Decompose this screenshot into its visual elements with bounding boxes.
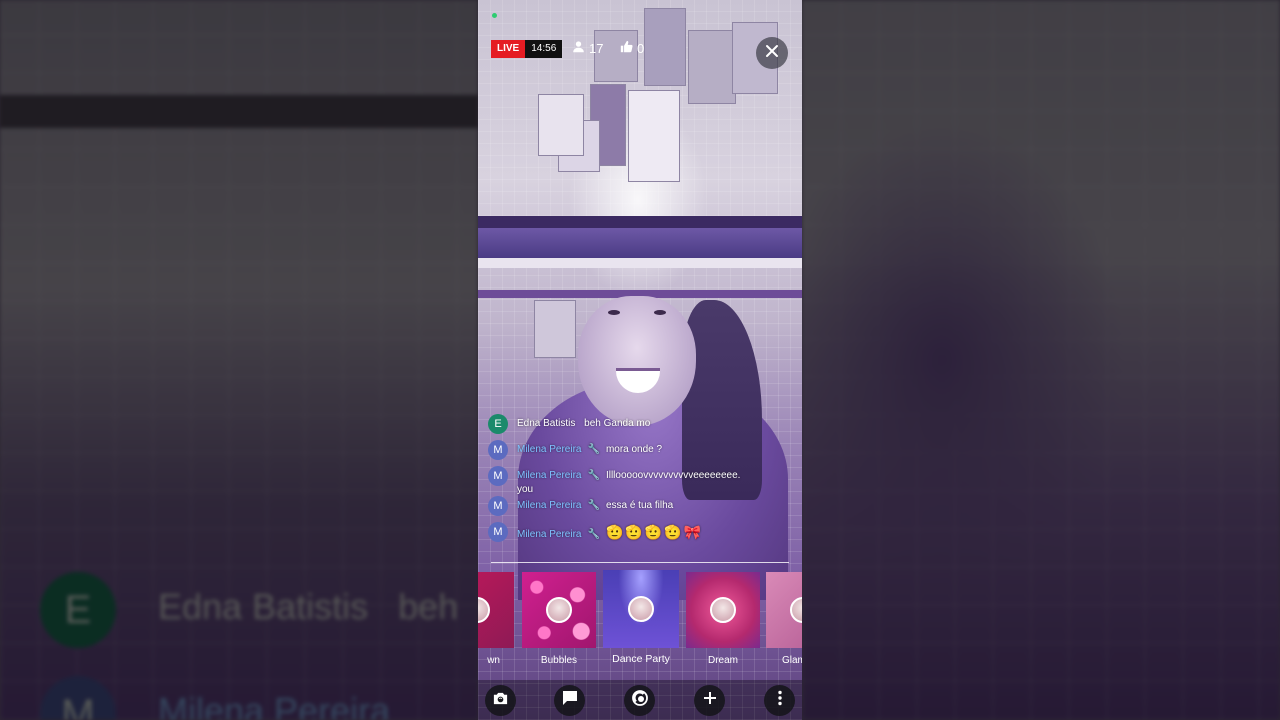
live-badge: LIVE 14:56: [491, 40, 563, 58]
filter-label: wn: [487, 655, 500, 666]
avatar: M: [488, 496, 508, 516]
filter-item[interactable]: Dream: [686, 572, 760, 666]
effects-button[interactable]: [624, 685, 655, 716]
chat-author: Milena Pereira: [517, 529, 582, 540]
filter-face: [478, 597, 490, 623]
filter-label: Dream: [707, 655, 738, 666]
like-count-value: 0: [637, 40, 645, 56]
chat-author: Milena Pereira: [517, 470, 582, 481]
person-eye: [608, 310, 620, 315]
flip-camera-button[interactable]: [485, 685, 516, 716]
filter-label: Dance Party: [612, 653, 670, 665]
background-avatar: M: [40, 676, 116, 720]
shelf-edge: [478, 216, 802, 228]
wall-socket: [534, 300, 576, 358]
like-count: 0: [620, 40, 644, 56]
more-options-button[interactable]: [764, 685, 795, 716]
wrench-icon: 🔧: [587, 529, 600, 540]
blurred-background-left: E Edna Batistis beh M Milena Pereira: [0, 0, 478, 720]
chat-message: M Milena Pereira 🔧 Illlooooovvvvvvvvvveeee…: [488, 466, 740, 497]
filter-thumbnail[interactable]: [478, 572, 514, 648]
wrench-icon: 🔧: [587, 470, 600, 481]
chat-text: essa é tua filha: [605, 500, 674, 511]
person-face: [578, 296, 696, 426]
background-chat-name: Milena Pereira: [158, 690, 391, 720]
chat-bubble-icon: [562, 690, 578, 711]
shelf-highlight: [478, 258, 802, 268]
chat-text: you: [517, 484, 534, 495]
avatar: M: [488, 440, 508, 460]
chat-message-body: Milena Pereira 🔧 Illlooooovvvvvvvvvveeeeee…: [517, 466, 740, 497]
background-chat-name: Edna Batistis beh: [158, 586, 459, 627]
background-avatar: E: [40, 572, 116, 648]
chat-button[interactable]: [554, 685, 585, 716]
bottom-toolbar: [478, 680, 802, 720]
avatar: E: [488, 414, 508, 434]
chat-message: M Milena Pereira 🔧 essa é tua filha: [488, 496, 673, 516]
chat-text: Illlooooovvvvvvvvvveeeeeeee.: [605, 470, 741, 481]
shelf-front: [478, 228, 802, 258]
person-icon: [572, 40, 585, 56]
filter-item[interactable]: Bubbles: [522, 572, 596, 666]
chat-message-body: Edna Batistis beh Ganda mo: [517, 414, 650, 431]
close-icon: [765, 44, 779, 63]
effects-icon: [631, 689, 649, 712]
product-package: [688, 30, 736, 104]
filter-carousel[interactable]: wn Bubbles Dance Party Dream Glam: [478, 570, 802, 668]
chat-message-body: Milena Pereira 🔧 essa é tua filha: [517, 496, 673, 513]
close-button[interactable]: [756, 37, 788, 69]
filter-label: Glam: [782, 655, 802, 666]
chat-divider: [491, 562, 789, 563]
camera-icon: [492, 690, 509, 712]
filter-thumbnail[interactable]: [686, 572, 760, 648]
plus-icon: [703, 691, 717, 710]
recording-indicator: [492, 13, 497, 18]
filter-label: Bubbles: [540, 655, 578, 666]
product-package: [644, 8, 686, 86]
person-eye: [654, 310, 666, 315]
chat-message-body: Milena Pereira 🔧 mora onde ?: [517, 440, 662, 457]
chat-text: beh Ganda mo: [584, 418, 651, 429]
filter-thumbnail[interactable]: [766, 572, 802, 648]
thumbs-up-icon: [620, 40, 633, 56]
filter-face: [790, 597, 802, 623]
avatar: M: [488, 466, 508, 486]
wall-socket: [538, 94, 584, 156]
product-package: [628, 90, 680, 182]
chat-message: M Milena Pereira 🔧 mora onde ?: [488, 440, 662, 460]
filter-item[interactable]: Dance Party: [603, 570, 679, 665]
filter-face: [710, 597, 736, 623]
filter-face: [546, 597, 572, 623]
filter-item[interactable]: Glam: [766, 572, 802, 666]
product-package: [594, 30, 638, 82]
filter-thumbnail[interactable]: [603, 570, 679, 648]
chat-message-body: Milena Pereira 🔧 🫡🫡🫡🫡🎀: [517, 522, 703, 542]
live-stream-view: LIVE 14:56 17 0 E Edna Batistis beh Gand…: [478, 0, 802, 720]
viewer-count: 17: [572, 40, 603, 56]
chat-message: E Edna Batistis beh Ganda mo: [488, 414, 650, 434]
chat-author: Milena Pereira: [517, 500, 582, 511]
add-button[interactable]: [694, 685, 725, 716]
chat-author: Edna Batistis: [517, 418, 576, 429]
wrench-icon: 🔧: [587, 444, 600, 455]
filter-face: [628, 596, 654, 622]
blurred-background-right: [802, 0, 1280, 720]
elapsed-time: 14:56: [525, 40, 563, 58]
wrench-icon: 🔧: [587, 500, 600, 511]
filter-thumbnail[interactable]: [522, 572, 596, 648]
chat-author: Milena Pereira: [517, 444, 582, 455]
more-vertical-icon: [777, 690, 783, 711]
chat-text: mora onde ?: [605, 444, 663, 455]
chat-message: M Milena Pereira 🔧 🫡🫡🫡🫡🎀: [488, 522, 703, 542]
filter-item[interactable]: wn: [478, 572, 514, 666]
avatar: M: [488, 522, 508, 542]
live-label: LIVE: [491, 40, 526, 58]
chat-text: 🫡🫡🫡🫡🎀: [605, 524, 704, 540]
viewer-count-value: 17: [589, 40, 604, 56]
